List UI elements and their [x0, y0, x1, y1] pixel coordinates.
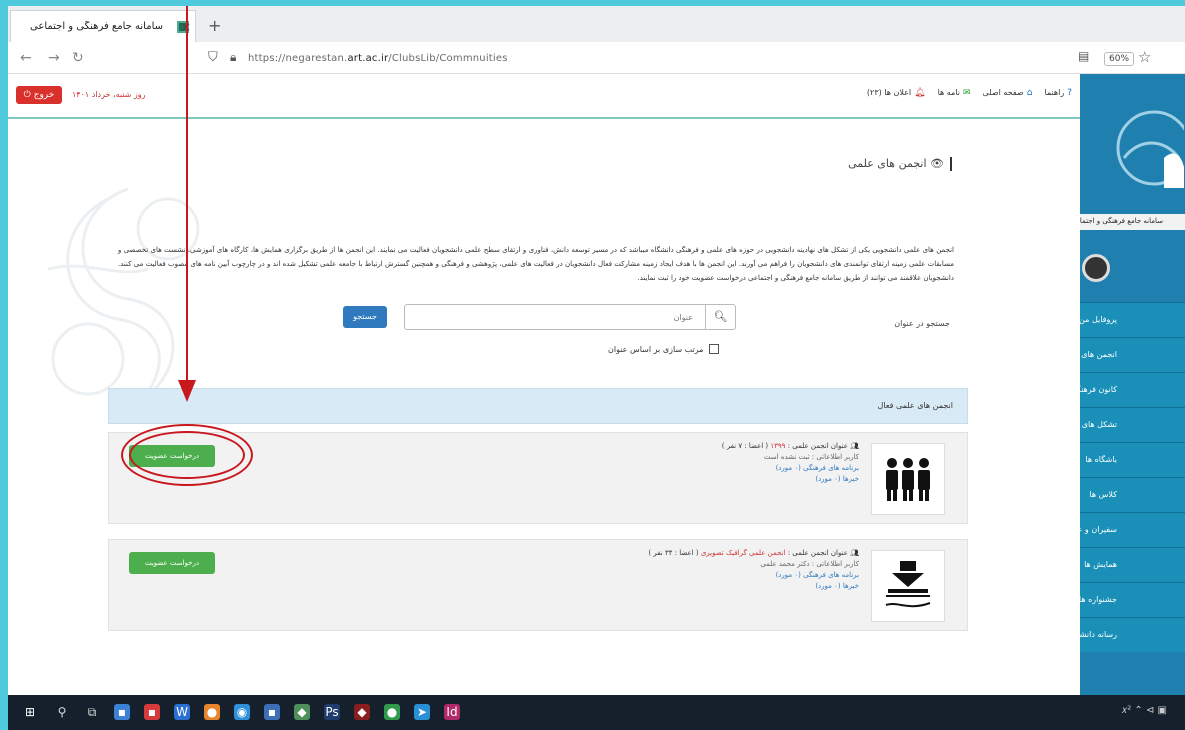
indesign-icon[interactable]: Id: [444, 704, 460, 720]
page-title: 👁︎ انجمن های علمی: [848, 157, 952, 171]
active-list-header: انجمن های علمی فعال: [108, 388, 968, 424]
annotation-arrowhead: [178, 380, 196, 402]
annotation-circle: [129, 431, 245, 479]
bookmark-star-icon[interactable]: ☆: [1138, 48, 1151, 66]
browser-tab-bar: سامانه جامع فرهنگی و اجتماعی × +: [8, 6, 1185, 42]
new-tab-icon[interactable]: +: [208, 16, 221, 35]
app-icon[interactable]: ●: [384, 704, 400, 720]
reload-icon[interactable]: ↻: [72, 50, 84, 66]
chrome-icon[interactable]: ◉: [234, 704, 250, 720]
site-logo: [1116, 110, 1184, 188]
community-news-link[interactable]: خبرها (۰ مورد): [722, 474, 859, 485]
zoom-level[interactable]: 60%: [1104, 52, 1135, 66]
word-icon[interactable]: W: [174, 704, 190, 720]
file-icon[interactable]: ▪: [264, 704, 280, 720]
telegram-icon[interactable]: ➤: [414, 704, 430, 720]
site-header: ⏻ خروج روز شنبه، خرداد ۱۴۰۱ ?راهنما ⌂صفح…: [8, 74, 1080, 118]
group-icon: 👥︎: [850, 442, 859, 450]
firefox-icon[interactable]: ●: [204, 704, 220, 720]
task-view-icon[interactable]: ⧉: [84, 704, 100, 720]
shield-icon[interactable]: ⛉: [208, 50, 218, 65]
sidebar-item-ambassadors[interactable]: سفیران و عترت: [1080, 512, 1185, 547]
annotation-arrow: [186, 6, 188, 384]
sidebar-item-classes[interactable]: کلاس ها: [1080, 477, 1185, 512]
system-tray[interactable]: 𝑥² ⌃ ⊲ ▣: [1122, 705, 1167, 716]
community-thumbnail: [871, 550, 945, 622]
app-icon[interactable]: ▪: [114, 704, 130, 720]
sidebar: سامانه جامع فرهنگی و اجتماعی نگارستان پر…: [1080, 74, 1185, 695]
user-date: روز شنبه، خرداد ۱۴۰۱: [72, 90, 146, 99]
community-info: 👥︎ عنوان انجمن علمی : انجمن علمی گرافیک …: [648, 548, 859, 592]
sidebar-item-cultural-center[interactable]: کانون فرهنگی: [1080, 372, 1185, 407]
checkbox-icon[interactable]: [709, 344, 720, 354]
sort-checkbox[interactable]: مرتب سازی بر اساس عنوان: [608, 344, 720, 354]
envelope-icon: ✉: [963, 88, 971, 98]
search-input[interactable]: [409, 305, 699, 329]
title-bar: [950, 157, 952, 171]
search-box: 🔍︎: [404, 304, 736, 330]
taskbar: ⊞ ⚲ ⧉ ▪ ▪ W ● ◉ ▪ ◆ Ps ◆ ● ➤ Id 𝑥² ⌃ ⊲ ▣: [8, 695, 1185, 730]
exit-button[interactable]: ⏻ خروج: [16, 86, 62, 104]
screen: سامانه جامع فرهنگی و اجتماعی × + ← → ↻ ⛉…: [8, 6, 1185, 730]
app-icon[interactable]: ▪: [144, 704, 160, 720]
help-icon: ?: [1067, 88, 1072, 98]
list-item: 👥︎ عنوان انجمن علمی : انجمن علمی گرافیک …: [108, 539, 968, 631]
browser-tab[interactable]: سامانه جامع فرهنگی و اجتماعی ×: [10, 10, 196, 42]
sidebar-item-profile[interactable]: پروفایل من: [1080, 302, 1185, 337]
avatar[interactable]: [1082, 254, 1110, 282]
search-icon[interactable]: 🔍︎: [705, 305, 735, 329]
group-icon: 👥︎: [850, 549, 859, 557]
sidebar-item-conferences[interactable]: همایش ها: [1080, 547, 1185, 582]
help-link[interactable]: ?راهنما: [1044, 88, 1072, 98]
sidebar-item-student-media[interactable]: رسانه دانشجویی: [1080, 617, 1185, 652]
community-thumbnail: [871, 443, 945, 515]
community-programs-link[interactable]: برنامه های فرهنگی (۰ مورد): [722, 463, 859, 474]
home-link[interactable]: ⌂صفحه اصلی: [983, 88, 1033, 98]
back-icon[interactable]: ←: [20, 50, 32, 66]
eye-icon: 👁︎: [930, 157, 944, 170]
sidebar-menu: پروفایل من انجمن های علمی کانون فرهنگی ت…: [1080, 302, 1185, 652]
notifications-link[interactable]: 🔔︎اعلان ها (۲۳): [867, 88, 926, 98]
community-programs-link[interactable]: برنامه های فرهنگی (۰ مورد): [648, 570, 859, 581]
community-manager: کاربر اطلاعاتی : ثبت نشده است: [763, 453, 859, 461]
search-button[interactable]: جستجو: [343, 306, 387, 328]
url-field[interactable]: https://negarestan.art.ac.ir/ClubsLib/Co…: [248, 53, 508, 64]
search-taskbar-icon[interactable]: ⚲: [54, 704, 70, 720]
sort-label: مرتب سازی بر اساس عنوان: [608, 344, 704, 354]
app-icon[interactable]: ◆: [354, 704, 370, 720]
community-manager: کاربر اطلاعاتی : دکتر محمد علمی: [760, 560, 859, 568]
association-logo-icon: [885, 561, 931, 608]
letters-link[interactable]: ✉نامه ها: [938, 88, 971, 98]
sidebar-brand: سامانه جامع فرهنگی و اجتماعی نگارستان: [1080, 214, 1185, 230]
community-info: 👥︎ عنوان انجمن علمی : ۱۳۹۹ ( اعضا : ۷ نف…: [722, 441, 859, 485]
tab-title: سامانه جامع فرهنگی و اجتماعی: [30, 21, 163, 32]
bell-icon: 🔔︎: [914, 88, 926, 98]
sidebar-item-festivals[interactable]: جشنواره ها: [1080, 582, 1185, 617]
intro-text: انجمن های علمی دانشجویی یکی از تشکل های …: [118, 246, 954, 282]
request-membership-button[interactable]: درخواست عضویت: [129, 552, 215, 574]
home-icon: ⌂: [1026, 88, 1033, 98]
people-group-icon: [886, 458, 930, 501]
main-content: 👁︎ انجمن های علمی انجمن های علمی دانشجوی…: [8, 119, 1080, 695]
search-label: جستجو در عنوان: [894, 319, 950, 328]
app-icon[interactable]: ◆: [294, 704, 310, 720]
header-links: ?راهنما ⌂صفحه اصلی ✉نامه ها 🔔︎اعلان ها (…: [867, 88, 1072, 98]
address-bar: ← → ↻ ⛉ 🔒︎ https://negarestan.art.ac.ir/…: [8, 42, 1185, 74]
sidebar-item-scientific-associations[interactable]: انجمن های علمی: [1080, 337, 1185, 372]
community-news-link[interactable]: خبرها (۰ مورد): [648, 581, 859, 592]
photoshop-icon[interactable]: Ps: [324, 704, 340, 720]
lock-icon[interactable]: 🔒︎: [230, 50, 236, 65]
community-title: 👥︎ عنوان انجمن علمی : ۱۳۹۹ ( اعضا : ۷ نف…: [721, 442, 859, 450]
sidebar-item-clubs[interactable]: باشگاه ها: [1080, 442, 1185, 477]
reader-view-icon[interactable]: ▤: [1078, 49, 1089, 63]
sidebar-item-islamic-groups[interactable]: تشکل های اسلامی: [1080, 407, 1185, 442]
forward-icon[interactable]: →: [48, 50, 60, 66]
windows-start-icon[interactable]: ⊞: [22, 704, 38, 720]
community-title: 👥︎ عنوان انجمن علمی : انجمن علمی گرافیک …: [648, 549, 859, 557]
